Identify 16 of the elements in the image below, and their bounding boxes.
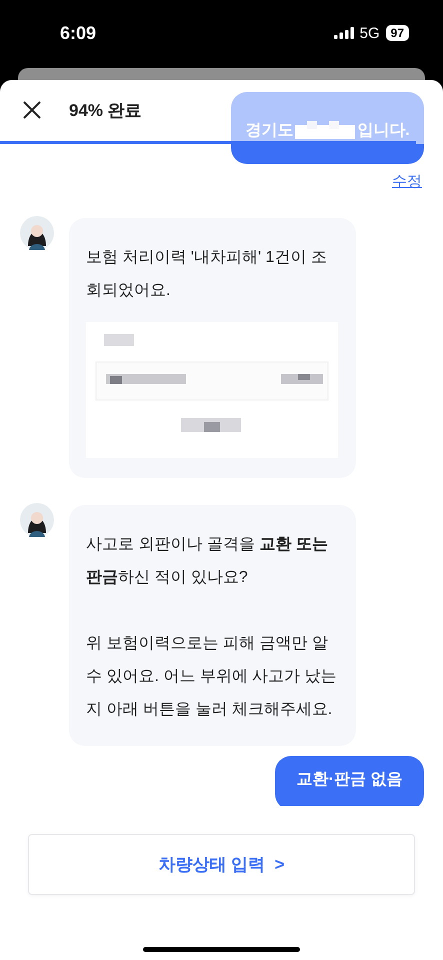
message-text: 위 보험이력으로는 피해 금액만 알 수 있어요. 어느 부위에 사고가 났는지 아래 버튼을 눌러 체크해주세요. — [86, 634, 338, 720]
vehicle-condition-button[interactable]: 차량상태 입력 > — [28, 834, 415, 895]
avatar-icon — [20, 216, 54, 250]
answer-text: 교환·판금 없음 — [296, 771, 402, 788]
close-icon[interactable] — [23, 101, 41, 119]
edit-link[interactable]: 수정 — [392, 172, 422, 191]
network-label: 5G — [360, 24, 380, 42]
answer-text: 경기도 — [245, 120, 294, 140]
signal-icon — [334, 27, 354, 39]
answer-text: 입니다. — [357, 120, 410, 140]
avatar-icon — [20, 503, 54, 537]
status-time: 6:09 — [60, 22, 96, 44]
message-text: 사고로 외판이나 골격을 교환 또는 판금하신 적이 있나요? — [86, 535, 329, 588]
message-text: 보험 처리이력 '내차피해' 1건이 조회되었어요. — [86, 248, 328, 301]
progress-label: 94% 완료 — [69, 100, 142, 122]
battery-indicator: 97 — [386, 25, 409, 41]
